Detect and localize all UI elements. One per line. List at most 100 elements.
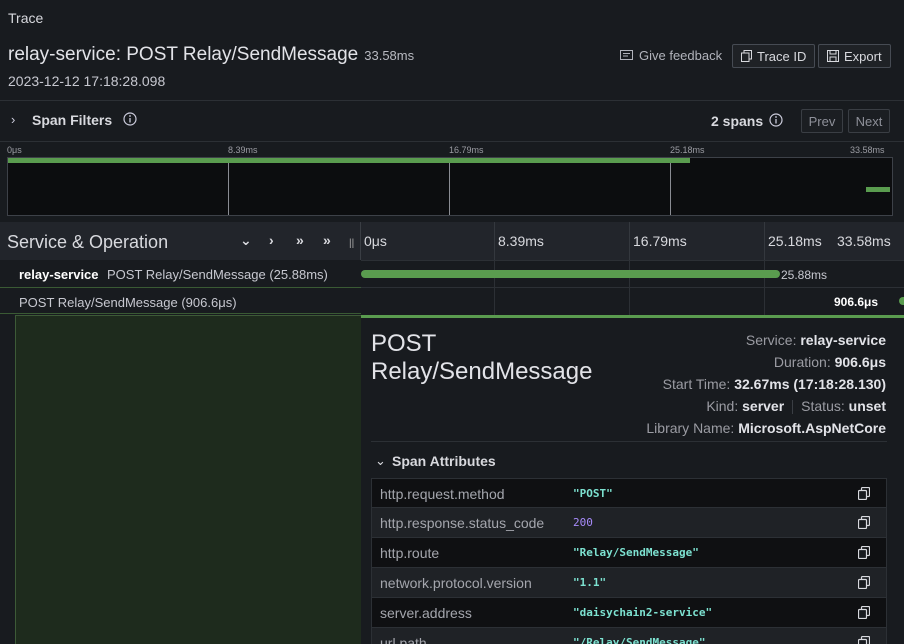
give-feedback-link[interactable]: Give feedback: [620, 48, 722, 63]
timeline-tick: 8.39ms: [498, 233, 544, 249]
export-button[interactable]: Export: [818, 44, 891, 68]
copy-icon[interactable]: [857, 545, 871, 562]
minimap-gridline: [228, 158, 229, 215]
export-label: Export: [844, 48, 882, 64]
copy-icon: [741, 50, 752, 62]
span-bar[interactable]: [361, 270, 780, 278]
copy-icon[interactable]: [857, 486, 871, 503]
save-icon: [827, 50, 839, 62]
trace-duration: 33.58ms: [364, 48, 415, 63]
column-divider: [360, 222, 361, 260]
attribute-row: server.address "daisychain2-service": [371, 598, 887, 628]
attribute-row: network.protocol.version "1.1": [371, 568, 887, 598]
info-icon[interactable]: [769, 113, 783, 127]
span-bar[interactable]: [899, 297, 904, 305]
span-row[interactable]: relay-service POST Relay/SendMessage (25…: [0, 260, 361, 287]
meta-value: unset: [848, 398, 886, 414]
info-icon[interactable]: [123, 112, 137, 126]
chevron-down-icon[interactable]: ⌄: [375, 453, 386, 469]
minimap-canvas[interactable]: [7, 157, 893, 216]
span-bar-label: 25.88ms: [781, 268, 828, 282]
copy-icon[interactable]: [857, 515, 871, 532]
copy-icon[interactable]: [857, 635, 871, 644]
comment-icon: [620, 49, 633, 60]
spans-count: 2 spans: [711, 113, 764, 129]
attribute-key: url.path: [380, 635, 427, 644]
attribute-key: http.request.method: [380, 486, 505, 502]
column-resize-handle[interactable]: ||: [349, 238, 354, 249]
copy-icon[interactable]: [857, 605, 871, 622]
span-operation-name: POST Relay/SendMessage (906.6μs): [19, 295, 237, 310]
attribute-value: "/Relay/SendMessage": [573, 636, 706, 644]
span-detail-indent: [15, 315, 361, 644]
span-attributes-table: http.request.method "POST" http.response.s…: [371, 478, 887, 644]
meta-value: 32.67ms (17:18:28.130): [734, 376, 886, 392]
service-operation-header: Service & Operation: [7, 232, 169, 252]
chevron-right-icon[interactable]: ›: [11, 112, 15, 127]
meta-label: Service:: [745, 332, 797, 348]
meta-label: Start Time:: [662, 376, 731, 392]
attribute-row: url.path "/Relay/SendMessage": [371, 628, 887, 644]
double-chevron-right-icon[interactable]: »: [323, 232, 331, 248]
trace-id-button[interactable]: Trace ID: [732, 44, 816, 68]
meta-label: Library Name:: [646, 420, 735, 436]
minimap-span-bar: [866, 187, 891, 192]
attribute-key: http.response.status_code: [380, 515, 545, 531]
span-service-name: relay-service: [19, 267, 99, 282]
meta-value: relay-service: [800, 332, 886, 348]
span-duration-meta: Duration: 906.6μs: [774, 354, 886, 370]
divider: [792, 400, 794, 415]
double-chevron-down-icon[interactable]: »: [296, 232, 304, 248]
minimap-gridline: [449, 158, 450, 215]
attribute-value: "POST": [573, 487, 613, 500]
chevron-down-icon[interactable]: ⌄: [240, 232, 252, 249]
minimap-span-bar: [8, 158, 690, 163]
attribute-row: http.route "Relay/SendMessage": [371, 538, 887, 568]
span-detail-panel: POST Relay/SendMessage Service: relay-se…: [361, 318, 904, 644]
timeline-tick: 25.18ms: [768, 233, 822, 249]
minimap-tick: 8.39ms: [228, 145, 258, 155]
attribute-row: http.response.status_code 200: [371, 508, 887, 538]
span-bar-label: 906.6μs: [834, 295, 879, 309]
trace-start-time: 2023-12-12 17:18:28.098: [8, 73, 166, 89]
prev-button[interactable]: Prev: [801, 109, 843, 133]
timeline-gridline: [629, 222, 630, 260]
span-attributes-toggle[interactable]: Span Attributes: [392, 453, 496, 469]
span-kind-status-meta: Kind: server Status: unset: [706, 398, 886, 415]
minimap-tick: 0μs: [7, 145, 22, 155]
timeline-gridline: [494, 222, 495, 260]
timeline-header: Service & Operation ⌄ › » » || 0μs 8.39m…: [0, 222, 904, 260]
span-row[interactable]: POST Relay/SendMessage (906.6μs): [0, 287, 361, 314]
meta-label: Kind:: [706, 398, 739, 414]
minimap-gridline: [670, 158, 671, 215]
give-feedback-label: Give feedback: [639, 48, 723, 63]
chevron-right-icon[interactable]: ›: [269, 232, 274, 248]
trace-minimap[interactable]: 0μs 8.39ms 16.79ms 25.18ms 33.58ms: [7, 142, 893, 216]
minimap-tick: 16.79ms: [449, 145, 484, 155]
span-filters-bar: › Span Filters 2 spans Prev Next: [0, 101, 904, 141]
span-detail-title: POST Relay/SendMessage: [371, 330, 593, 385]
copy-icon[interactable]: [857, 575, 871, 592]
span-operation-name: POST Relay/SendMessage (25.88ms): [107, 267, 328, 282]
trace-name: relay-service: POST Relay/SendMessage: [8, 44, 359, 65]
timeline-tick: 33.58ms: [837, 233, 891, 249]
divider: [371, 441, 887, 442]
trace-id-label: Trace ID: [757, 48, 807, 64]
span-filters-toggle[interactable]: Span Filters: [32, 112, 112, 128]
attribute-row: http.request.method "POST": [371, 478, 887, 508]
attribute-key: http.route: [380, 545, 440, 561]
span-start-meta: Start Time: 32.67ms (17:18:28.130): [663, 376, 886, 392]
attribute-value: "1.1": [573, 576, 607, 589]
meta-value: Microsoft.AspNetCore: [738, 420, 886, 436]
attribute-value: "daisychain2-service": [573, 606, 713, 619]
next-button[interactable]: Next: [848, 109, 890, 133]
row-divider: [361, 287, 904, 288]
meta-label: Duration:: [773, 354, 831, 370]
attribute-key: server.address: [380, 605, 472, 621]
meta-label: Status:: [801, 398, 845, 414]
meta-value: 906.6μs: [834, 354, 886, 370]
meta-value: server: [742, 398, 785, 414]
minimap-tick: 25.18ms: [670, 145, 705, 155]
span-service-meta: Service: relay-service: [746, 332, 886, 348]
span-library-meta: Library Name: Microsoft.AspNetCore: [646, 420, 886, 436]
